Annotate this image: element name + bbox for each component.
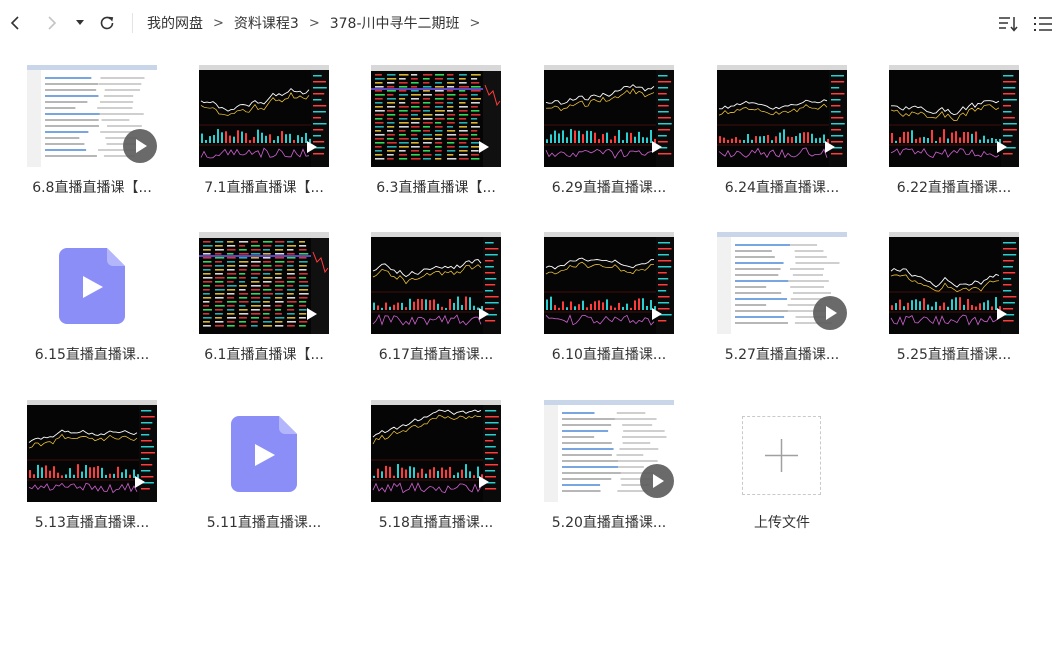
- video-thumbnail: [371, 232, 501, 334]
- play-icon: [650, 139, 664, 155]
- file-item[interactable]: 6.3直播直播课【...: [361, 65, 511, 215]
- file-item[interactable]: 6.8直播直播课【...: [17, 65, 167, 215]
- file-item[interactable]: 5.27直播直播课...: [707, 232, 857, 382]
- file-name: 6.22直播直播课...: [896, 180, 1012, 196]
- video-thumbnail: [544, 232, 674, 334]
- play-icon: [477, 306, 491, 322]
- play-icon: [995, 139, 1009, 155]
- play-icon: [650, 306, 664, 322]
- file-name: 6.29直播直播课...: [551, 180, 667, 196]
- breadcrumb-item-course[interactable]: 资料课程3: [234, 13, 299, 33]
- refresh-button[interactable]: [96, 11, 118, 35]
- file-name: 7.1直播直播课【...: [204, 180, 324, 196]
- file-name: 5.11直播直播课...: [206, 515, 322, 531]
- video-thumbnail: [27, 65, 157, 167]
- file-name: 5.18直播直播课...: [378, 515, 494, 531]
- sort-icon: [999, 17, 1018, 32]
- file-name: 6.3直播直播课【...: [376, 180, 496, 196]
- file-name: 6.8直播直播课【...: [32, 180, 152, 196]
- play-icon: [305, 139, 319, 155]
- breadcrumb-separator: >: [469, 15, 481, 31]
- file-name: 5.25直播直播课...: [896, 347, 1012, 363]
- file-item[interactable]: 5.11直播直播课...: [189, 400, 339, 550]
- play-icon: [133, 474, 147, 490]
- file-item[interactable]: 5.13直播直播课...: [17, 400, 167, 550]
- toolbar-divider: [132, 13, 133, 33]
- file-name: 5.20直播直播课...: [551, 515, 667, 531]
- file-name: 6.17直播直播课...: [378, 347, 494, 363]
- upload-file-button[interactable]: 上传文件: [707, 400, 857, 550]
- file-item[interactable]: 6.1直播直播课【...: [189, 232, 339, 382]
- play-icon: [477, 474, 491, 490]
- file-item[interactable]: 5.18直播直播课...: [361, 400, 511, 550]
- breadcrumb-item-root[interactable]: 我的网盘: [147, 13, 203, 33]
- video-file-icon: [59, 248, 125, 324]
- file-name: 6.10直播直播课...: [551, 347, 667, 363]
- video-thumbnail: [717, 65, 847, 167]
- play-icon: [823, 139, 837, 155]
- refresh-icon: [100, 16, 114, 30]
- breadcrumb-separator: >: [213, 15, 224, 31]
- play-icon: [995, 306, 1009, 322]
- toolbar: 我的网盘 > 资料课程3 > 378-川中寻牛二期班 >: [0, 0, 1064, 46]
- back-button[interactable]: [4, 11, 26, 35]
- plus-icon: [765, 439, 798, 472]
- file-item[interactable]: 6.24直播直播课...: [707, 65, 857, 215]
- history-dropdown[interactable]: [71, 11, 89, 35]
- file-item[interactable]: 6.15直播直播课...: [17, 232, 167, 382]
- upload-drop-zone[interactable]: [742, 416, 821, 495]
- forward-button[interactable]: [41, 11, 63, 35]
- video-thumbnail: [717, 232, 847, 334]
- video-thumbnail: [544, 65, 674, 167]
- breadcrumb: 我的网盘 > 资料课程3 > 378-川中寻牛二期班 >: [147, 0, 490, 46]
- play-icon: [123, 129, 157, 163]
- video-thumbnail: [371, 400, 501, 502]
- video-thumbnail: [199, 65, 329, 167]
- view-toggle-button[interactable]: [1032, 13, 1054, 35]
- video-thumbnail: [889, 232, 1019, 334]
- file-item[interactable]: 7.1直播直播课【...: [189, 65, 339, 215]
- play-icon: [305, 306, 319, 322]
- file-item[interactable]: 6.10直播直播课...: [534, 232, 684, 382]
- caret-down-icon: [76, 20, 84, 25]
- video-thumbnail: [199, 232, 329, 334]
- breadcrumb-item-current[interactable]: 378-川中寻牛二期班: [330, 13, 460, 33]
- file-name: 6.15直播直播课...: [34, 347, 150, 363]
- file-item[interactable]: 6.17直播直播课...: [361, 232, 511, 382]
- file-item[interactable]: 6.22直播直播课...: [879, 65, 1029, 215]
- chevron-left-icon: [10, 16, 19, 30]
- file-name: 5.13直播直播课...: [34, 515, 150, 531]
- video-file-icon: [231, 416, 297, 492]
- breadcrumb-separator: >: [308, 15, 320, 31]
- chevron-right-icon: [48, 16, 57, 30]
- file-name: 6.1直播直播课【...: [204, 347, 324, 363]
- play-icon: [813, 296, 847, 330]
- video-thumbnail: [889, 65, 1019, 167]
- file-item[interactable]: 6.29直播直播课...: [534, 65, 684, 215]
- file-item[interactable]: 5.25直播直播课...: [879, 232, 1029, 382]
- play-icon: [640, 464, 674, 498]
- video-thumbnail: [544, 400, 674, 502]
- video-thumbnail: [27, 400, 157, 502]
- list-view-icon: [1034, 17, 1052, 31]
- video-thumbnail: [371, 65, 501, 167]
- play-icon: [477, 139, 491, 155]
- file-item[interactable]: 5.20直播直播课...: [534, 400, 684, 550]
- sort-button[interactable]: [997, 13, 1019, 35]
- upload-label: 上传文件: [754, 515, 810, 531]
- file-name: 6.24直播直播课...: [724, 180, 840, 196]
- file-name: 5.27直播直播课...: [724, 347, 840, 363]
